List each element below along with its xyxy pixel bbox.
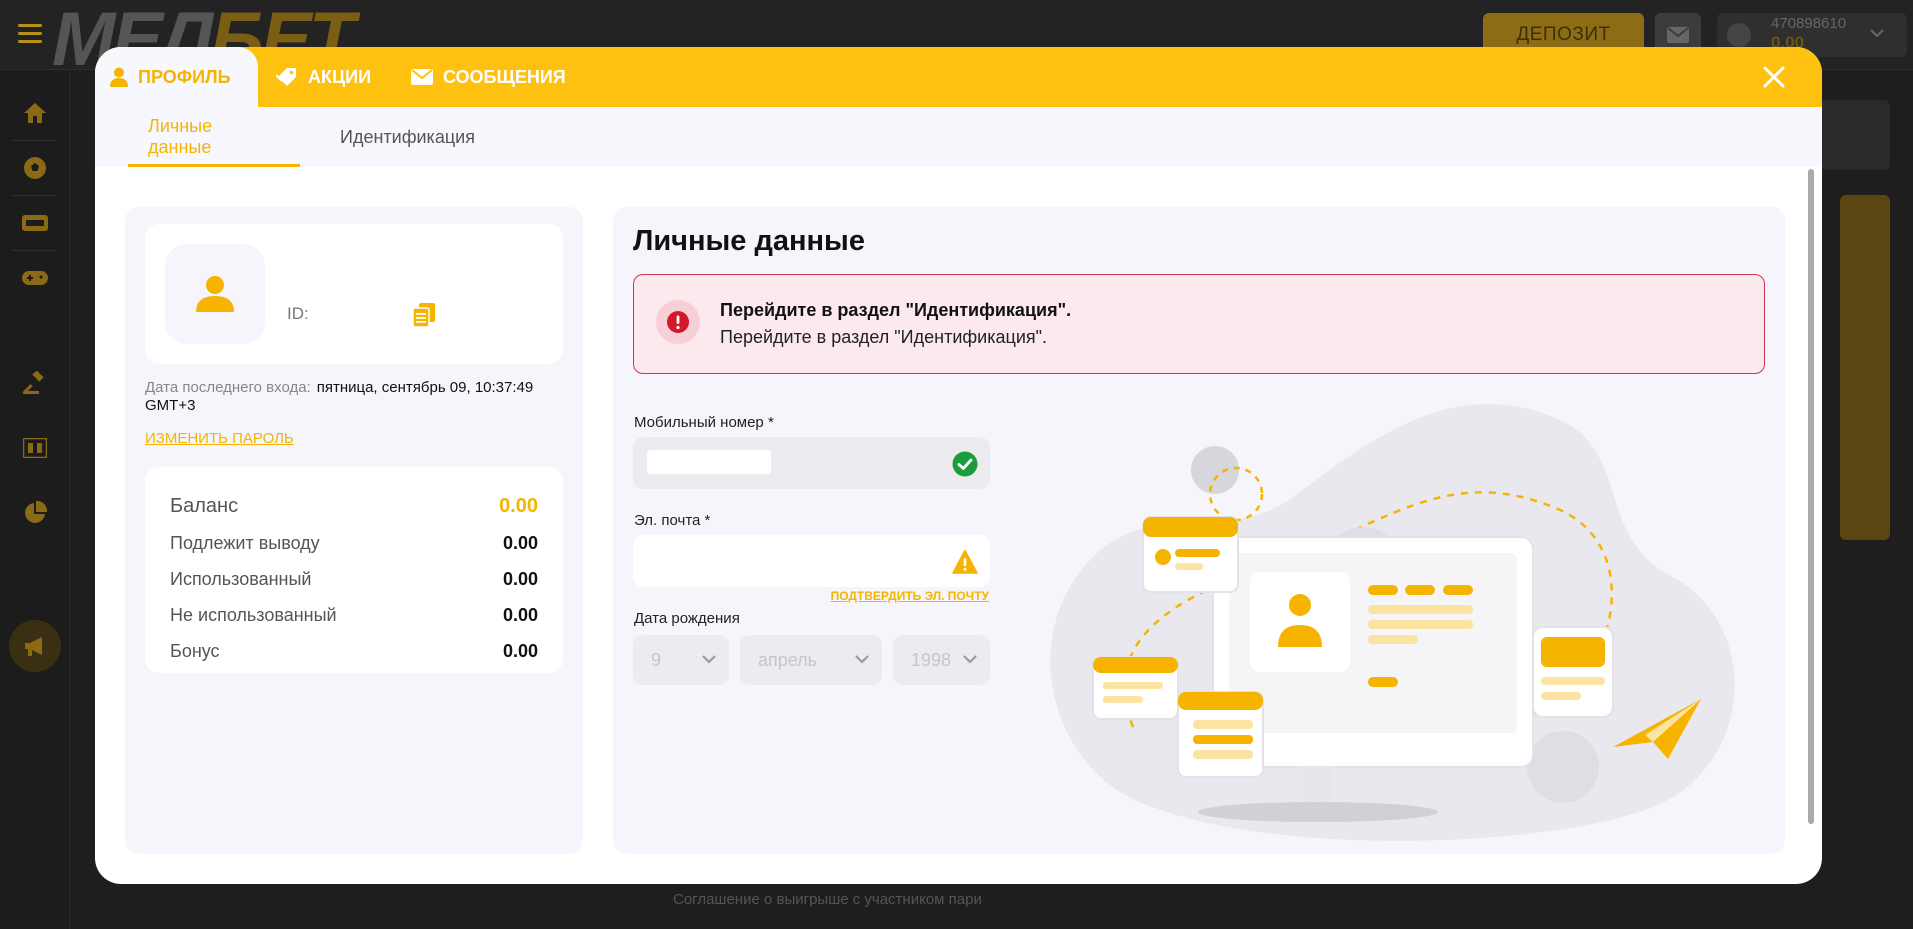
live-icon[interactable] — [22, 210, 48, 236]
identification-alert: Перейдите в раздел "Идентификация". Пере… — [633, 274, 1765, 374]
balance-row: Баланс 0.00 — [170, 487, 538, 525]
last-login: Дата последнего входа: пятница, сентябрь … — [145, 379, 565, 415]
unused-label: Не использованный — [170, 604, 337, 625]
alert-text: Перейдите в раздел "Идентификация". — [720, 327, 1048, 347]
birth-month-select[interactable]: апрель — [740, 635, 882, 685]
background-banner — [1840, 195, 1890, 540]
warning-icon — [952, 549, 978, 574]
used-row: Использованный 0.00 — [170, 561, 538, 597]
user-icon — [196, 276, 234, 312]
alert-icon-wrap — [656, 300, 700, 344]
balance-value: 0.00 — [499, 494, 538, 517]
copy-icon[interactable] — [413, 303, 435, 327]
tab-promotions[interactable]: АКЦИИ — [276, 47, 371, 107]
tab-messages-label: СООБЩЕНИЯ — [443, 66, 566, 87]
profile-illustration — [1050, 404, 1735, 841]
exclamation-icon — [667, 311, 689, 333]
site-sidebar — [0, 70, 70, 929]
envelope-icon — [1667, 27, 1689, 43]
tab-profile-label: ПРОФИЛЬ — [138, 66, 231, 87]
phone-field[interactable] — [633, 437, 990, 489]
background-card — [1820, 100, 1890, 170]
last-login-value: пятница, сентябрь 09, 10:37:49 — [316, 379, 534, 396]
subtab-identification[interactable]: Идентификация — [320, 107, 495, 167]
birth-year-select[interactable]: 1998 — [893, 635, 990, 685]
avatar — [1727, 23, 1751, 47]
close-button[interactable] — [1760, 63, 1788, 91]
tab-promotions-label: АКЦИИ — [308, 66, 372, 87]
alert-title: Перейдите в раздел "Идентификация". — [720, 300, 1072, 320]
home-icon[interactable] — [22, 100, 48, 126]
envelope-icon — [411, 69, 433, 85]
email-label: Эл. почта * — [634, 512, 711, 529]
check-circle-icon — [952, 451, 978, 477]
bonus-value: 0.00 — [502, 640, 538, 661]
footer-link[interactable]: Соглашение о выигрыше с участником пари — [673, 891, 982, 908]
scrollbar-thumb[interactable] — [1808, 169, 1814, 824]
subtab-identification-label: Идентификация — [340, 126, 475, 147]
tab-messages[interactable]: СООБЩЕНИЯ — [411, 47, 566, 107]
menu-icon[interactable] — [18, 24, 42, 44]
phone-label: Мобильный номер * — [634, 414, 774, 431]
profile-subtabs: Личные данные Идентификация — [95, 107, 1822, 167]
close-icon — [1763, 66, 1785, 88]
balance-label: Баланс — [170, 494, 239, 517]
modal-header: ПРОФИЛЬ АКЦИИ СООБЩЕНИЯ — [95, 47, 1822, 107]
birth-year-value: 1998 — [911, 649, 952, 670]
unused-row: Не использованный 0.00 — [170, 597, 538, 633]
withdrawable-row: Подлежит выводу 0.00 — [170, 525, 538, 561]
personal-data-panel: Личные данные Перейдите в раздел "Иденти… — [613, 207, 1785, 854]
unused-value: 0.00 — [502, 604, 538, 625]
football-icon[interactable] — [22, 155, 48, 181]
statistics-icon[interactable] — [22, 500, 48, 526]
birth-date-label: Дата рождения — [634, 610, 740, 627]
user-card: ID: — [145, 224, 563, 364]
avatar — [165, 244, 265, 344]
chevron-down-icon — [963, 655, 977, 664]
bonus-row: Бонус 0.00 — [170, 633, 538, 669]
user-id-label: ID: — [287, 304, 309, 323]
confirm-email-link[interactable]: ПОДТВЕРДИТЬ ЭЛ. ПОЧТУ — [811, 589, 989, 603]
scoreboard-icon[interactable] — [22, 435, 48, 461]
page-title: Личные данные — [633, 225, 865, 257]
gamepad-icon[interactable] — [22, 265, 48, 291]
hammer-icon[interactable] — [22, 370, 48, 396]
subtab-personal-data[interactable]: Личные данные — [128, 107, 300, 167]
chevron-down-icon — [702, 655, 716, 664]
chevron-down-icon — [855, 655, 869, 664]
withdrawable-label: Подлежит выводу — [170, 532, 320, 553]
birth-day-select[interactable]: 9 — [633, 635, 729, 685]
birth-month-value: апрель — [758, 649, 818, 670]
used-label: Использованный — [170, 568, 312, 589]
tag-icon — [276, 68, 296, 86]
last-login-timezone: GMT+3 — [145, 397, 196, 414]
balance-card: Баланс 0.00 Подлежит выводу 0.00 Использ… — [145, 467, 563, 673]
account-id: 470898610 — [1771, 15, 1847, 32]
subtab-personal-data-label: Личные данные — [148, 116, 213, 157]
profile-summary-panel: ID: Дата последнего входа: пятница, сентя… — [125, 207, 583, 854]
user-icon — [110, 67, 128, 87]
megaphone-icon[interactable] — [22, 633, 48, 659]
withdrawable-value: 0.00 — [502, 532, 538, 553]
chevron-down-icon[interactable] — [1867, 23, 1887, 43]
email-field[interactable] — [633, 535, 990, 587]
profile-modal: ПРОФИЛЬ АКЦИИ СООБЩЕНИЯ Личные данные Ид… — [95, 47, 1822, 884]
phone-value-masked — [647, 450, 771, 474]
last-login-label: Дата последнего входа: — [145, 379, 311, 396]
change-password-link[interactable]: ИЗМЕНИТЬ ПАРОЛЬ — [145, 430, 294, 447]
used-value: 0.00 — [502, 568, 538, 589]
tab-profile[interactable]: ПРОФИЛЬ — [95, 47, 258, 107]
birth-day-value: 9 — [651, 649, 662, 670]
bonus-label: Бонус — [170, 640, 220, 661]
